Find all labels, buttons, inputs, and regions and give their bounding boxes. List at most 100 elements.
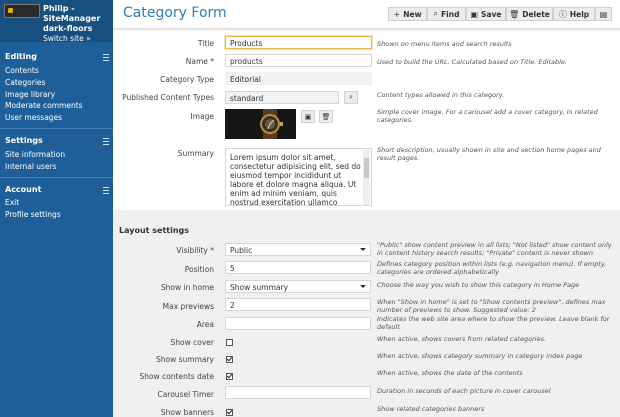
image-label: Image xyxy=(190,112,215,121)
image-icon: ▣ xyxy=(304,112,312,121)
carousel-timer-help: Duration in seconds of each picture in c… xyxy=(377,387,551,395)
position-label: Position xyxy=(184,265,214,274)
title-help: Shown on menu items and search results xyxy=(377,40,512,48)
sidebar-item-moderate-comments[interactable]: Moderate comments xyxy=(5,101,83,110)
new-button[interactable]: + New xyxy=(388,7,427,21)
menu-icon[interactable] xyxy=(103,187,109,194)
name-help: Used to build the URL. Calculated based … xyxy=(377,58,567,66)
page-title: Category Form xyxy=(123,5,227,21)
help-button[interactable]: ⓘ Help xyxy=(553,7,595,21)
carousel-timer-label: Carousel Timer xyxy=(157,390,214,399)
title-label: Title xyxy=(197,39,214,48)
search-icon: ⌕ xyxy=(433,9,439,18)
sidebar-item-contents[interactable]: Contents xyxy=(5,66,39,75)
sidebar-item-categories[interactable]: Categories xyxy=(5,78,45,87)
user-line-2: SiteManager xyxy=(43,14,101,23)
show-summary-checkbox[interactable] xyxy=(226,356,233,363)
sidebar: Philip - SiteManager dark-floors Switch … xyxy=(0,0,113,417)
user-info: Philip - SiteManager dark-floors xyxy=(43,4,111,34)
sidebar-item-user-messages[interactable]: User messages xyxy=(5,113,62,122)
summary-textarea[interactable]: Lorem ipsum dolor sit amet, consectetur … xyxy=(225,148,372,206)
find-button-label: Find xyxy=(441,9,460,19)
search-types-button[interactable]: ⌕ xyxy=(344,91,358,104)
summary-panel: Summary Lorem ipsum dolor sit amet, cons… xyxy=(113,146,620,210)
published-types-help: Content types allowed in this category. xyxy=(377,91,505,99)
section-account[interactable]: Account xyxy=(0,183,113,196)
show-in-home-value: Show summary xyxy=(230,283,289,292)
show-cover-checkbox[interactable] xyxy=(226,339,233,346)
sidebar-header: Philip - SiteManager dark-floors Switch … xyxy=(0,0,113,43)
switch-site-link[interactable]: Switch site » xyxy=(43,34,91,43)
sidebar-item-internal-users[interactable]: Internal users xyxy=(5,162,57,171)
show-in-home-label: Show in home xyxy=(160,283,214,292)
site-logo[interactable] xyxy=(4,4,40,18)
category-type-label: Category Type xyxy=(160,75,214,84)
remove-image-button[interactable]: 🗑 xyxy=(319,110,333,123)
watch-image xyxy=(225,109,296,139)
sidebar-item-exit[interactable]: Exit xyxy=(5,198,19,207)
trash-icon: 🗑 xyxy=(321,112,331,121)
max-previews-input[interactable]: 2 xyxy=(225,298,371,311)
show-cover-help: When active, shows covers from related c… xyxy=(377,335,547,343)
cover-image-thumbnail[interactable] xyxy=(225,109,296,139)
show-in-home-select[interactable]: Show summary xyxy=(225,280,371,293)
main-area: Category Form + New ⌕ Find ▣ Save 🗑 Delete ⓘ… xyxy=(113,0,620,417)
user-line-1: Philip - xyxy=(43,4,75,13)
show-in-home-help: Choose the way you wish to show this cat… xyxy=(377,281,580,289)
published-types-label: Published Content Types xyxy=(122,93,214,102)
name-input[interactable]: products xyxy=(225,54,372,67)
search-icon: ⌕ xyxy=(349,93,353,101)
section-editing-title: Editing xyxy=(5,52,37,61)
max-previews-label: Max previews xyxy=(162,302,214,311)
category-type-value: Editorial xyxy=(225,72,372,85)
section-editing[interactable]: Editing xyxy=(0,50,113,63)
summary-scrollbar[interactable] xyxy=(363,150,370,205)
sidebar-item-image-library[interactable]: Image library xyxy=(5,90,55,99)
visibility-label: Visibility * xyxy=(176,246,214,255)
form-panel: Title Products Shown on menu items and s… xyxy=(113,31,620,146)
document-button[interactable]: ▤ xyxy=(595,7,612,21)
max-previews-help: When "Show in home" is set to "Show cont… xyxy=(377,298,606,314)
upload-image-button[interactable]: ▣ xyxy=(301,110,315,123)
area-input[interactable] xyxy=(225,317,371,330)
carousel-timer-input[interactable] xyxy=(225,386,371,399)
menu-icon[interactable] xyxy=(103,54,109,61)
show-contents-date-help: When active, shows the date of the conte… xyxy=(377,369,523,377)
save-button[interactable]: ▣ Save xyxy=(466,7,506,21)
delete-button-label: Delete xyxy=(522,9,550,19)
save-icon: ▣ xyxy=(470,9,479,19)
section-settings-title: Settings xyxy=(5,136,43,145)
find-button[interactable]: ⌕ Find xyxy=(427,7,466,21)
divider xyxy=(0,128,113,129)
visibility-help: "Public" show content preview in all lis… xyxy=(377,241,612,257)
sidebar-item-profile-settings[interactable]: Profile settings xyxy=(5,210,61,219)
save-button-label: Save xyxy=(481,9,502,19)
title-input[interactable]: Products xyxy=(225,36,372,49)
show-summary-help: When active, shows category summary in c… xyxy=(377,352,583,360)
divider xyxy=(0,177,113,178)
trash-icon: 🗑 xyxy=(509,9,520,19)
document-icon: ▤ xyxy=(599,9,608,19)
visibility-value: Public xyxy=(230,246,253,255)
published-types-input[interactable]: standard xyxy=(225,91,339,104)
image-help: Simple cover image. For a carousel add a… xyxy=(377,108,598,124)
visibility-select[interactable]: Public xyxy=(225,243,371,256)
position-input[interactable]: 5 xyxy=(225,261,371,274)
layout-settings-title: Layout settings xyxy=(119,226,190,235)
show-contents-date-checkbox[interactable] xyxy=(226,373,233,380)
top-bar: Category Form + New ⌕ Find ▣ Save 🗑 Delete ⓘ… xyxy=(113,0,620,29)
area-label: Area xyxy=(196,320,214,329)
layout-settings-panel: Layout settings Visibility * Public "Pub… xyxy=(113,214,620,417)
help-button-label: Help xyxy=(569,9,590,19)
name-label: Name * xyxy=(185,57,214,66)
info-icon: ⓘ xyxy=(558,9,567,19)
show-banners-help: Show related categories banners xyxy=(377,405,485,413)
sidebar-item-site-information[interactable]: Site information xyxy=(5,150,65,159)
menu-icon[interactable] xyxy=(103,138,109,145)
show-banners-checkbox[interactable] xyxy=(226,409,233,416)
plus-icon: + xyxy=(393,9,401,19)
new-button-label: New xyxy=(403,9,422,19)
position-help: Defines category position within lists (… xyxy=(377,260,607,276)
section-settings[interactable]: Settings xyxy=(0,134,113,147)
delete-button[interactable]: 🗑 Delete xyxy=(506,7,553,21)
